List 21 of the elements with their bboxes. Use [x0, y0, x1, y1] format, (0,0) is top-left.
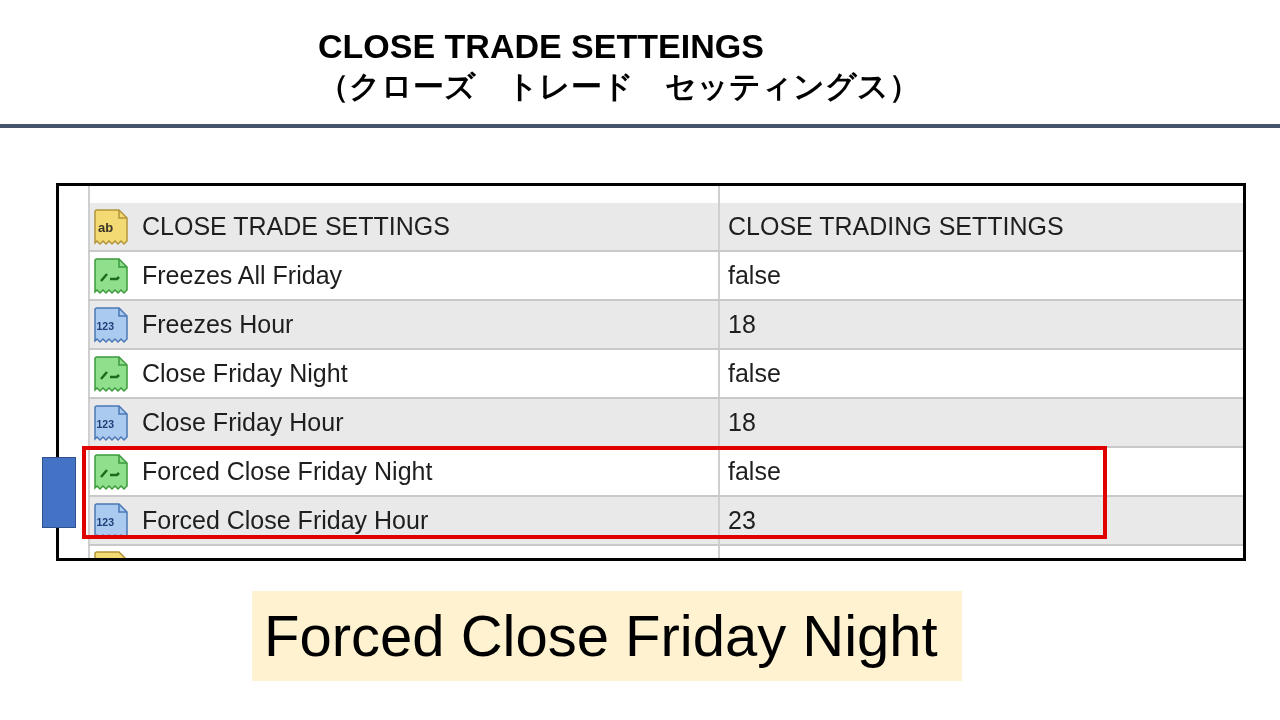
group-value: CLOSE TRADING SETTINGS — [718, 203, 1243, 250]
parameter-name: Forced Close Friday Hour — [142, 506, 429, 535]
value-cell[interactable]: 18 — [718, 399, 1243, 446]
parameter-name: Freezes Hour — [142, 310, 294, 339]
toggle-type-icon — [93, 452, 129, 491]
number-type-icon: 123 — [93, 403, 129, 442]
toggle-type-icon — [93, 256, 129, 295]
parameter-name: Close Friday Hour — [142, 408, 344, 437]
parameter-name: Freezes All Friday — [142, 261, 343, 290]
document-icon — [93, 550, 129, 558]
value-cell[interactable]: 23 — [718, 497, 1243, 544]
toggle-type-icon — [93, 354, 129, 393]
group-name: CLOSE TRADE SETTINGS — [142, 212, 450, 241]
slide-subtitle: （クローズ トレード セッティングス） — [318, 67, 920, 106]
number-type-icon: 123 — [93, 305, 129, 344]
parameter-name: Close Friday Night — [142, 359, 348, 388]
slide-title: CLOSE TRADE SETTEINGS — [318, 26, 764, 66]
value-cell[interactable]: 18 — [718, 301, 1243, 348]
caption-label: Forced Close Friday Night — [252, 591, 962, 681]
text-type-icon: ab — [93, 207, 129, 246]
parameter-name: Forced Close Friday Night — [142, 457, 433, 486]
